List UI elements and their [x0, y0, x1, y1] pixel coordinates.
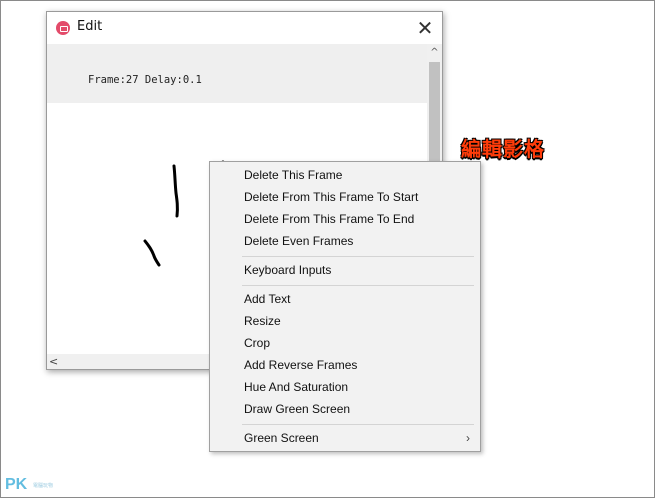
annotation-label: 編輯影格 [461, 137, 545, 161]
title-bar[interactable]: Edit ✕ [47, 12, 442, 44]
frame-info-panel: Frame:27 Delay:0.1 [47, 44, 427, 103]
watermark-text: PK [5, 476, 28, 493]
menu-item-add-text[interactable]: Add Text [244, 289, 472, 309]
context-menu: Delete This Frame Delete From This Frame… [209, 161, 481, 452]
scroll-thumb[interactable] [429, 62, 440, 162]
stroke-3 [143, 239, 161, 267]
watermark-tagline: 電腦玩物 [33, 483, 54, 489]
menu-item-resize[interactable]: Resize [244, 311, 472, 331]
menu-separator [242, 285, 474, 286]
camera-icon [56, 21, 70, 35]
stroke-1 [172, 164, 179, 218]
menu-item-draw-green-screen[interactable]: Draw Green Screen [244, 399, 472, 419]
scroll-up-icon[interactable]: ^ [427, 45, 442, 61]
menu-item-add-reverse-frames[interactable]: Add Reverse Frames [244, 355, 472, 375]
chevron-right-icon: › [466, 431, 470, 445]
menu-item-delete-to-start[interactable]: Delete From This Frame To Start [244, 187, 472, 207]
watermark-logo: PK 電腦玩物 [5, 474, 53, 494]
menu-item-keyboard-inputs[interactable]: Keyboard Inputs [244, 260, 472, 280]
menu-item-delete-this-frame[interactable]: Delete This Frame [244, 165, 472, 185]
menu-item-green-screen[interactable]: Green Screen › [244, 428, 472, 448]
menu-item-green-screen-label: Green Screen [244, 431, 319, 445]
scroll-left-icon[interactable]: < [49, 354, 63, 369]
close-icon[interactable]: ✕ [414, 17, 436, 39]
frame-info-text: Frame:27 Delay:0.1 [88, 74, 202, 86]
window-title: Edit [77, 19, 103, 34]
menu-item-delete-even-frames[interactable]: Delete Even Frames [244, 231, 472, 251]
menu-separator [242, 424, 474, 425]
menu-separator [242, 256, 474, 257]
menu-item-hue-saturation[interactable]: Hue And Saturation [244, 377, 472, 397]
menu-item-crop[interactable]: Crop [244, 333, 472, 353]
menu-item-delete-to-end[interactable]: Delete From This Frame To End [244, 209, 472, 229]
